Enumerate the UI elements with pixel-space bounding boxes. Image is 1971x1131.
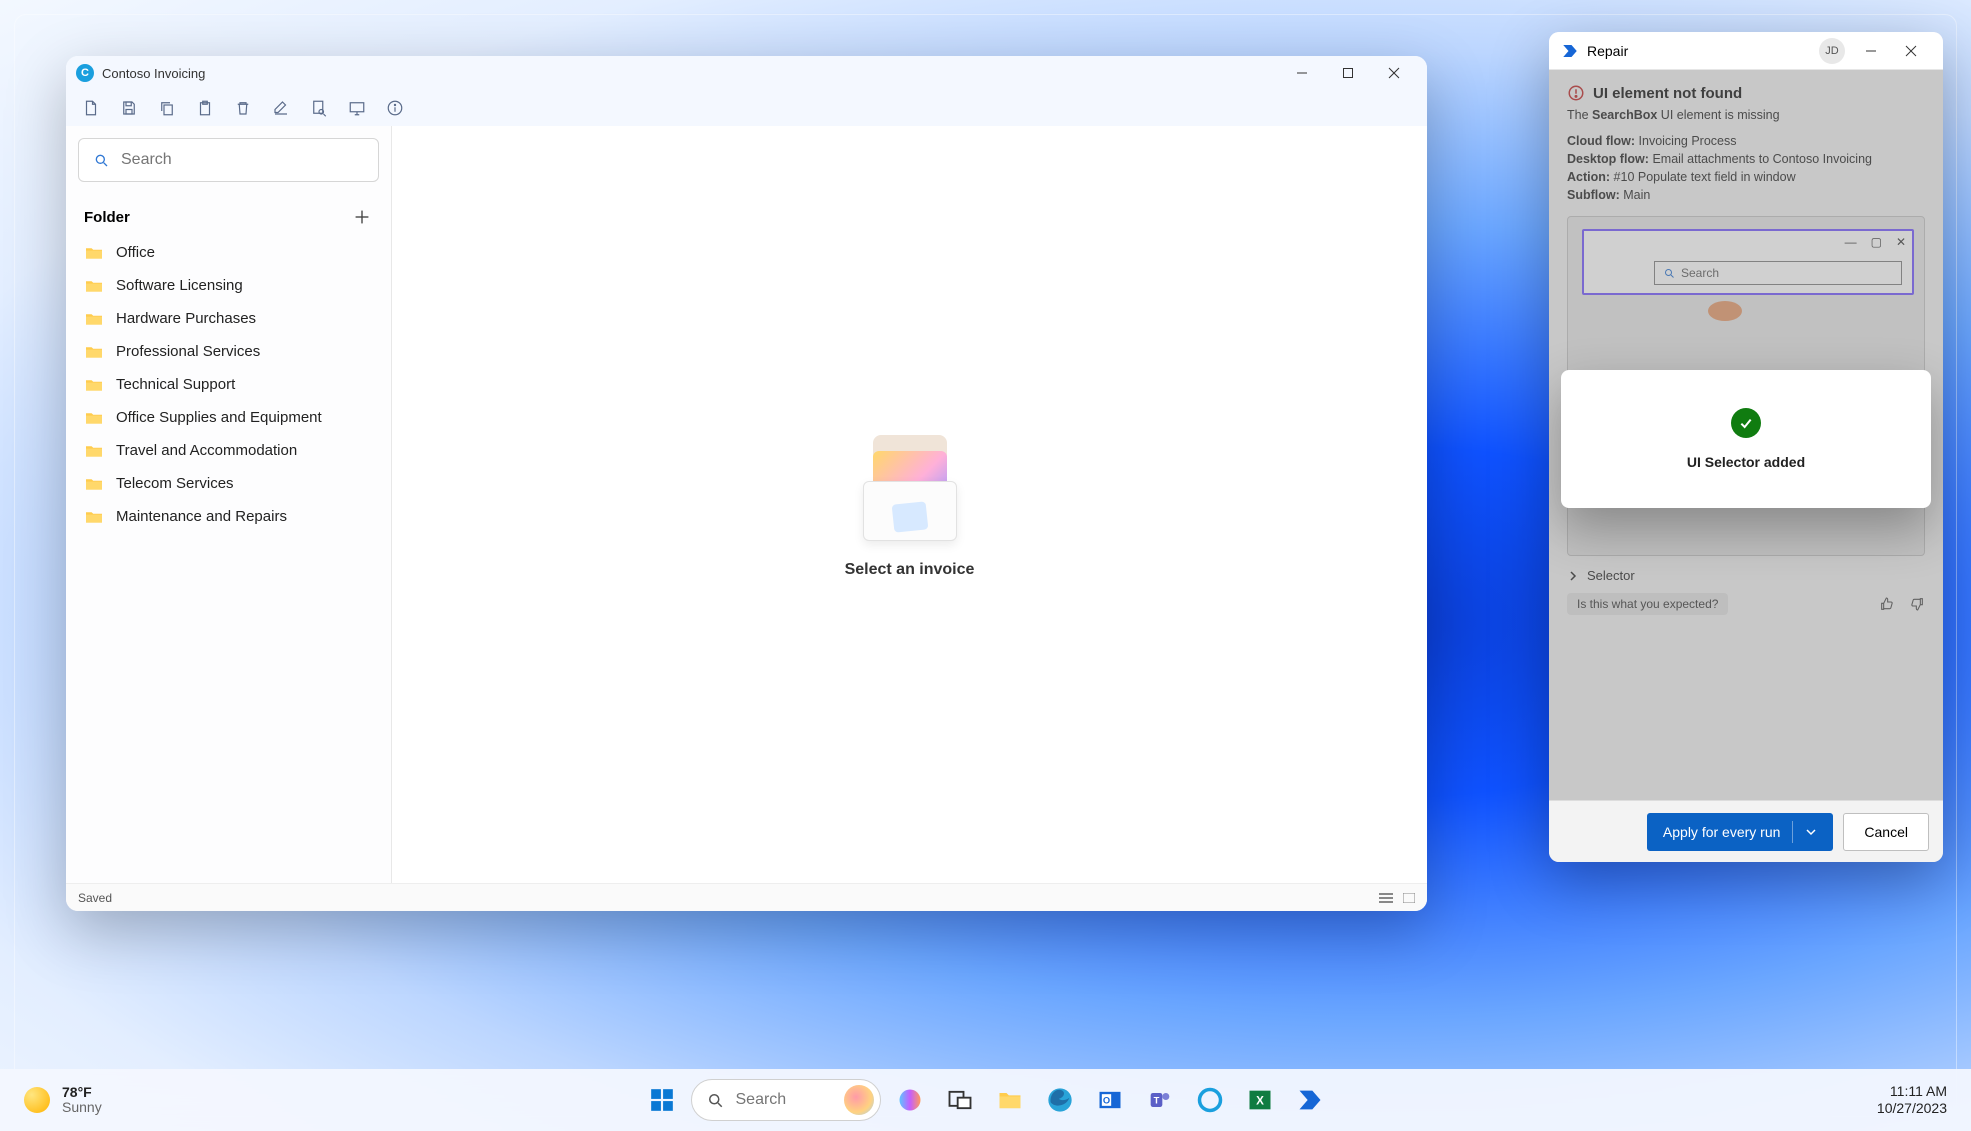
power-automate-icon xyxy=(1561,42,1579,60)
folder-icon xyxy=(84,245,104,261)
monitor-icon[interactable] xyxy=(348,99,366,117)
taskbar-time: 11:11 AM xyxy=(1877,1083,1947,1100)
delete-icon[interactable] xyxy=(234,99,252,117)
taskbar-date: 10/27/2023 xyxy=(1877,1100,1947,1117)
folder-label: Technical Support xyxy=(116,376,235,393)
search-icon xyxy=(706,1091,724,1109)
copy-icon[interactable] xyxy=(158,99,176,117)
folder-icon xyxy=(84,443,104,459)
repair-minimize-button[interactable] xyxy=(1851,32,1891,70)
new-document-icon[interactable] xyxy=(82,99,100,117)
folder-heading: Folder xyxy=(84,209,130,226)
folder-label: Office Supplies and Equipment xyxy=(116,409,322,426)
maximize-button[interactable] xyxy=(1325,56,1371,90)
folder-label: Telecom Services xyxy=(116,475,234,492)
app-icon: C xyxy=(76,64,94,82)
taskbar: 78°F Sunny O T X 11:11 AM 10/27/2023 xyxy=(0,1069,1971,1131)
search-icon xyxy=(93,152,109,168)
toast-message: UI Selector added xyxy=(1687,454,1805,470)
contoso-app-icon[interactable] xyxy=(1189,1079,1231,1121)
user-avatar[interactable]: JD xyxy=(1819,38,1845,64)
folder-label: Maintenance and Repairs xyxy=(116,508,287,525)
weather-condition: Sunny xyxy=(62,1100,102,1115)
search-document-icon[interactable] xyxy=(310,99,328,117)
folder-label: Software Licensing xyxy=(116,277,243,294)
task-view-icon[interactable] xyxy=(939,1079,981,1121)
copilot-icon[interactable] xyxy=(889,1079,931,1121)
sidebar-search[interactable] xyxy=(78,138,379,182)
save-icon[interactable] xyxy=(120,99,138,117)
folder-item[interactable]: Office Supplies and Equipment xyxy=(78,401,379,434)
app-title: Contoso Invoicing xyxy=(102,66,205,81)
folder-label: Travel and Accommodation xyxy=(116,442,297,459)
taskbar-weather[interactable]: 78°F Sunny xyxy=(24,1085,102,1116)
folder-item[interactable]: Hardware Purchases xyxy=(78,302,379,335)
sidebar: Folder Office Software Licensing Hardware … xyxy=(66,126,392,883)
success-check-icon xyxy=(1731,408,1761,438)
status-bar: Saved xyxy=(66,883,1427,911)
search-highlight-icon xyxy=(844,1085,874,1115)
taskbar-search[interactable] xyxy=(691,1079,881,1121)
search-input[interactable] xyxy=(119,150,364,170)
status-text: Saved xyxy=(78,891,112,905)
folder-item[interactable]: Telecom Services xyxy=(78,467,379,500)
edit-icon[interactable] xyxy=(272,99,290,117)
folder-item[interactable]: Travel and Accommodation xyxy=(78,434,379,467)
folder-item[interactable]: Maintenance and Repairs xyxy=(78,500,379,533)
repair-panel: Repair JD UI element not found The Searc… xyxy=(1549,32,1943,862)
info-icon[interactable] xyxy=(386,99,404,117)
folder-icon xyxy=(84,377,104,393)
content-pane: Select an invoice xyxy=(392,126,1427,883)
folder-icon xyxy=(84,278,104,294)
repair-footer: Apply for every run Cancel xyxy=(1549,800,1943,862)
svg-text:T: T xyxy=(1153,1096,1159,1106)
svg-text:O: O xyxy=(1102,1096,1109,1106)
folder-item[interactable]: Office xyxy=(78,236,379,269)
chevron-down-icon xyxy=(1805,826,1817,838)
folder-label: Professional Services xyxy=(116,343,260,360)
close-button[interactable] xyxy=(1371,56,1417,90)
weather-temp: 78°F xyxy=(62,1085,102,1100)
folder-label: Office xyxy=(116,244,155,261)
folder-icon xyxy=(84,311,104,327)
start-button[interactable] xyxy=(641,1079,683,1121)
view-list-icon[interactable] xyxy=(1379,893,1393,903)
excel-icon[interactable]: X xyxy=(1239,1079,1281,1121)
titlebar[interactable]: C Contoso Invoicing xyxy=(66,56,1427,90)
add-folder-button[interactable] xyxy=(351,206,373,228)
folder-label: Hardware Purchases xyxy=(116,310,256,327)
outlook-icon[interactable]: O xyxy=(1089,1079,1131,1121)
taskbar-clock[interactable]: 11:11 AM 10/27/2023 xyxy=(1877,1083,1947,1117)
folder-item[interactable]: Software Licensing xyxy=(78,269,379,302)
taskbar-search-input[interactable] xyxy=(734,1090,824,1110)
folder-icon xyxy=(84,410,104,426)
folder-icon xyxy=(84,476,104,492)
repair-close-button[interactable] xyxy=(1891,32,1931,70)
view-grid-icon[interactable] xyxy=(1403,893,1415,903)
contoso-invoicing-window: C Contoso Invoicing Folder OfficeS xyxy=(66,56,1427,911)
minimize-button[interactable] xyxy=(1279,56,1325,90)
edge-icon[interactable] xyxy=(1039,1079,1081,1121)
weather-icon xyxy=(24,1087,50,1113)
svg-text:X: X xyxy=(1256,1095,1264,1108)
empty-state-text: Select an invoice xyxy=(845,561,975,579)
apply-button[interactable]: Apply for every run xyxy=(1647,813,1834,851)
success-toast: UI Selector added xyxy=(1561,370,1931,508)
repair-title-text: Repair xyxy=(1587,43,1628,59)
folder-icon xyxy=(84,344,104,360)
paste-icon[interactable] xyxy=(196,99,214,117)
repair-titlebar[interactable]: Repair JD xyxy=(1549,32,1943,70)
empty-state-illustration xyxy=(855,431,965,541)
file-explorer-icon[interactable] xyxy=(989,1079,1031,1121)
folder-item[interactable]: Professional Services xyxy=(78,335,379,368)
toolbar xyxy=(66,90,1427,126)
folder-item[interactable]: Technical Support xyxy=(78,368,379,401)
power-automate-taskbar-icon[interactable] xyxy=(1289,1079,1331,1121)
cancel-button[interactable]: Cancel xyxy=(1843,813,1929,851)
folder-icon xyxy=(84,509,104,525)
teams-icon[interactable]: T xyxy=(1139,1079,1181,1121)
